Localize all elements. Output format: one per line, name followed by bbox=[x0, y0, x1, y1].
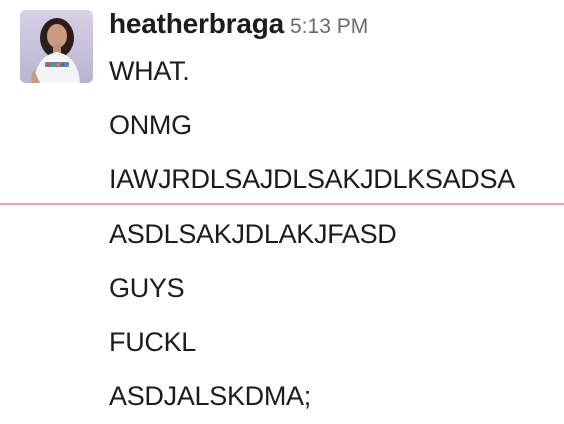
message-header: heatherbraga 5:13 PM bbox=[109, 8, 368, 40]
author-name[interactable]: heatherbraga bbox=[109, 8, 284, 40]
avatar-photo bbox=[20, 10, 93, 83]
new-messages-divider bbox=[0, 203, 564, 205]
message-text[interactable]: WHAT. bbox=[109, 55, 190, 87]
message-timestamp[interactable]: 5:13 PM bbox=[290, 15, 368, 39]
message-text[interactable]: ASDJALSKDMA; bbox=[109, 380, 311, 412]
message-text[interactable]: IAWJRDLSAJDLSAKJDLKSADSA bbox=[109, 163, 515, 195]
message-text[interactable]: ASDLSAKJDLAKJFASD bbox=[109, 218, 397, 250]
message-text[interactable]: GUYS bbox=[109, 272, 185, 304]
message-text[interactable]: FUCKL bbox=[109, 326, 196, 358]
user-avatar[interactable] bbox=[20, 10, 93, 83]
message-text[interactable]: ONMG bbox=[109, 109, 192, 141]
